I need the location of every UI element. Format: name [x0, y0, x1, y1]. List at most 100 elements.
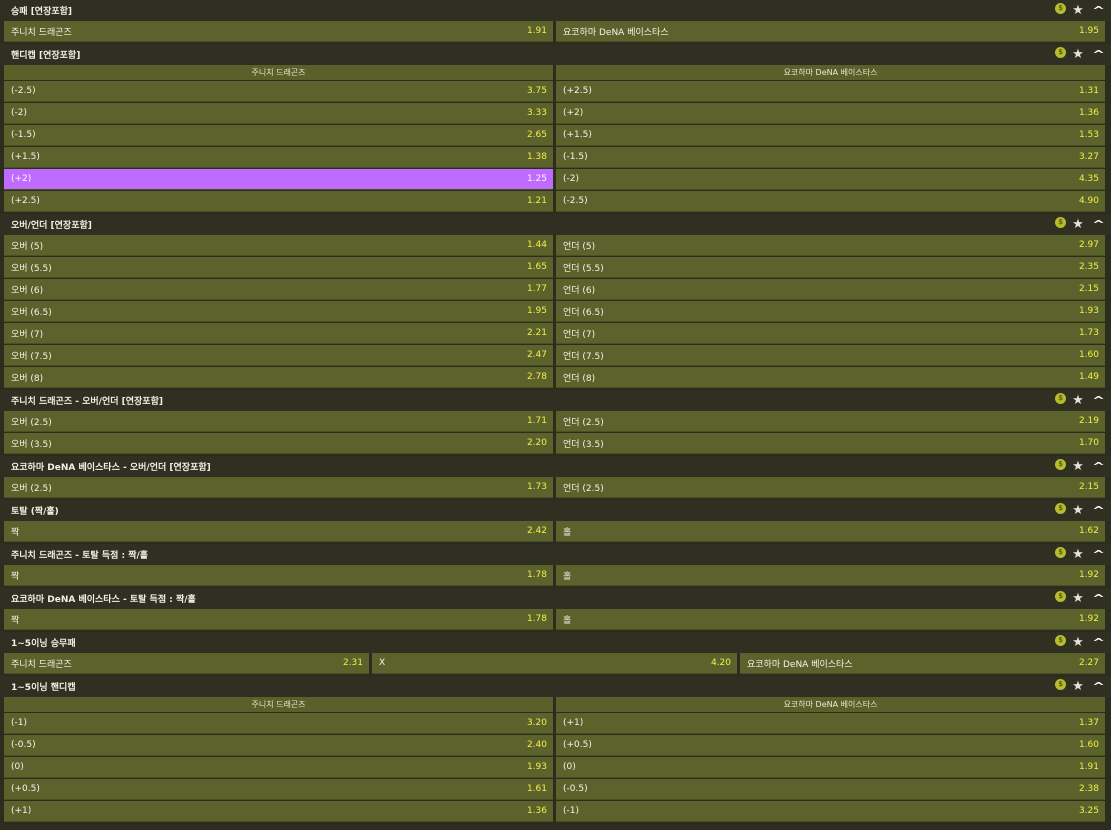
- coin-icon[interactable]: $: [1055, 392, 1067, 404]
- odds-cell[interactable]: 언더 (8) 1.49: [556, 367, 1105, 388]
- odds-cell[interactable]: 오버 (7.5) 2.47: [4, 345, 553, 366]
- market-header[interactable]: 핸디캡 [연장포함] $ ★ ^: [0, 44, 1111, 65]
- odds-cell[interactable]: 언더 (6) 2.15: [556, 279, 1105, 300]
- market-header[interactable]: 요코하마 DeNA 베이스타스 - 오버/언더 [연장포함] $ ★ ^: [0, 456, 1111, 477]
- star-icon[interactable]: ★: [1072, 394, 1084, 407]
- market-header[interactable]: 1~5이닝 핸디캡 $ ★ ^: [0, 676, 1111, 697]
- coin-icon[interactable]: $: [1055, 634, 1067, 646]
- odds-cell[interactable]: (+0.5) 1.60: [556, 735, 1105, 756]
- odds-cell[interactable]: (+1.5) 1.53: [556, 125, 1105, 146]
- chevron-up-icon[interactable]: ^: [1092, 505, 1105, 516]
- odds-cell[interactable]: (-1.5) 2.65: [4, 125, 553, 146]
- market-header[interactable]: 1~5이닝 승무패 $ ★ ^: [0, 632, 1111, 653]
- star-icon[interactable]: ★: [1072, 460, 1084, 473]
- odds-cell[interactable]: 짝 1.78: [4, 565, 553, 586]
- chevron-up-icon[interactable]: ^: [1092, 637, 1105, 648]
- odds-cell[interactable]: 홀 1.92: [556, 565, 1105, 586]
- star-icon[interactable]: ★: [1072, 218, 1084, 231]
- star-icon[interactable]: ★: [1072, 548, 1084, 561]
- odds-cell[interactable]: 오버 (7) 2.21: [4, 323, 553, 344]
- odds-cell[interactable]: (0) 1.91: [556, 757, 1105, 778]
- odds-cell-selected[interactable]: (+2) 1.25: [4, 169, 553, 190]
- odds-cell[interactable]: (-2.5) 3.75: [4, 81, 553, 102]
- odds-cell[interactable]: 주니치 드래곤즈 1.91: [4, 21, 553, 42]
- selection-label: 짝: [11, 571, 20, 582]
- odds-cell[interactable]: (+0.5) 1.61: [4, 779, 553, 800]
- odds-cell[interactable]: 오버 (5) 1.44: [4, 235, 553, 256]
- odds-cell[interactable]: 짝 1.78: [4, 609, 553, 630]
- odds-cell[interactable]: (-1) 3.20: [4, 713, 553, 734]
- odds-cell[interactable]: 짝 2.42: [4, 521, 553, 542]
- odds-cell[interactable]: (+1) 1.37: [556, 713, 1105, 734]
- odds-cell[interactable]: (-2.5) 4.90: [556, 191, 1105, 212]
- odds-cell[interactable]: 홀 1.92: [556, 609, 1105, 630]
- odds-cell[interactable]: (-1.5) 3.27: [556, 147, 1105, 168]
- selection-label: 언더 (7): [563, 329, 596, 340]
- star-icon[interactable]: ★: [1072, 592, 1084, 605]
- odds-cell[interactable]: (-0.5) 2.40: [4, 735, 553, 756]
- chevron-up-icon[interactable]: ^: [1092, 395, 1105, 406]
- odds-cell[interactable]: 오버 (6.5) 1.95: [4, 301, 553, 322]
- coin-icon[interactable]: $: [1055, 502, 1067, 514]
- odds-cell[interactable]: (+2.5) 1.21: [4, 191, 553, 212]
- star-icon[interactable]: ★: [1072, 48, 1084, 61]
- coin-icon[interactable]: $: [1055, 590, 1067, 602]
- odds-cell[interactable]: (-1) 3.25: [556, 801, 1105, 822]
- chevron-up-icon[interactable]: ^: [1092, 49, 1105, 60]
- odds-cell[interactable]: 홀 1.62: [556, 521, 1105, 542]
- market-header[interactable]: 주니치 드래곤즈 - 토탈 득점 : 짝/홀 $ ★ ^: [0, 544, 1111, 565]
- chevron-up-icon[interactable]: ^: [1092, 549, 1105, 560]
- odds-cell[interactable]: 언더 (2.5) 2.15: [556, 477, 1105, 498]
- odds-cell[interactable]: (-2) 4.35: [556, 169, 1105, 190]
- odds-cell[interactable]: 언더 (6.5) 1.93: [556, 301, 1105, 322]
- market-header[interactable]: 주니치 드래곤즈 - 오버/언더 [연장포함] $ ★ ^: [0, 390, 1111, 411]
- odds-cell[interactable]: (+2) 1.36: [556, 103, 1105, 124]
- market-header[interactable]: 토탈 (짝/홀) $ ★ ^: [0, 500, 1111, 521]
- market-header[interactable]: 오버/언더 [연장포함] $ ★ ^: [0, 214, 1111, 235]
- odds-cell[interactable]: (+1) 1.36: [4, 801, 553, 822]
- odds-cell[interactable]: (0) 1.93: [4, 757, 553, 778]
- market-header[interactable]: 승패 [연장포함] $ ★ ^: [0, 0, 1111, 21]
- chevron-up-icon[interactable]: ^: [1092, 219, 1105, 230]
- odds-cell[interactable]: (+1.5) 1.38: [4, 147, 553, 168]
- coin-icon[interactable]: $: [1055, 2, 1067, 14]
- chevron-up-icon[interactable]: ^: [1092, 5, 1105, 16]
- odds-cell[interactable]: 오버 (6) 1.77: [4, 279, 553, 300]
- coin-icon[interactable]: $: [1055, 678, 1067, 690]
- odds-cell[interactable]: 언더 (3.5) 1.70: [556, 433, 1105, 454]
- odds-cell[interactable]: 요코하마 DeNA 베이스타스 2.27: [740, 653, 1105, 674]
- selection-label: 홀: [563, 615, 572, 626]
- star-icon[interactable]: ★: [1072, 636, 1084, 649]
- chevron-up-icon[interactable]: ^: [1092, 461, 1105, 472]
- odds-cell[interactable]: 오버 (8) 2.78: [4, 367, 553, 388]
- odds-cell[interactable]: 오버 (2.5) 1.71: [4, 411, 553, 432]
- chevron-up-icon[interactable]: ^: [1092, 593, 1105, 604]
- coin-icon[interactable]: $: [1055, 46, 1067, 58]
- odds-cell[interactable]: 언더 (5.5) 2.35: [556, 257, 1105, 278]
- odds-cell[interactable]: 언더 (2.5) 2.19: [556, 411, 1105, 432]
- selection-label: 짝: [11, 615, 20, 626]
- odds-cell[interactable]: X 4.20: [372, 653, 737, 674]
- odds-cell[interactable]: 오버 (2.5) 1.73: [4, 477, 553, 498]
- coin-icon[interactable]: $: [1055, 458, 1067, 470]
- market-header[interactable]: 요코하마 DeNA 베이스타스 - 토탈 득점 : 짝/홀 $ ★ ^: [0, 588, 1111, 609]
- selection-label: (-2.5): [11, 86, 36, 96]
- odds-cell[interactable]: 언더 (7.5) 1.60: [556, 345, 1105, 366]
- chevron-up-icon[interactable]: ^: [1092, 681, 1105, 692]
- star-icon[interactable]: ★: [1072, 504, 1084, 517]
- coin-icon[interactable]: $: [1055, 216, 1067, 228]
- odds-cell[interactable]: (-2) 3.33: [4, 103, 553, 124]
- odds-cell[interactable]: 오버 (3.5) 2.20: [4, 433, 553, 454]
- star-icon[interactable]: ★: [1072, 4, 1084, 17]
- odds-value: 3.33: [526, 108, 547, 118]
- odds-cell[interactable]: 오버 (5.5) 1.65: [4, 257, 553, 278]
- star-icon[interactable]: ★: [1072, 680, 1084, 693]
- odds-cell[interactable]: (-0.5) 2.38: [556, 779, 1105, 800]
- odds-value: 2.21: [526, 328, 547, 338]
- odds-cell[interactable]: 주니치 드래곤즈 2.31: [4, 653, 369, 674]
- odds-cell[interactable]: 언더 (7) 1.73: [556, 323, 1105, 344]
- odds-cell[interactable]: 요코하마 DeNA 베이스타스 1.95: [556, 21, 1105, 42]
- odds-cell[interactable]: (+2.5) 1.31: [556, 81, 1105, 102]
- coin-icon[interactable]: $: [1055, 546, 1067, 558]
- odds-cell[interactable]: 언더 (5) 2.97: [556, 235, 1105, 256]
